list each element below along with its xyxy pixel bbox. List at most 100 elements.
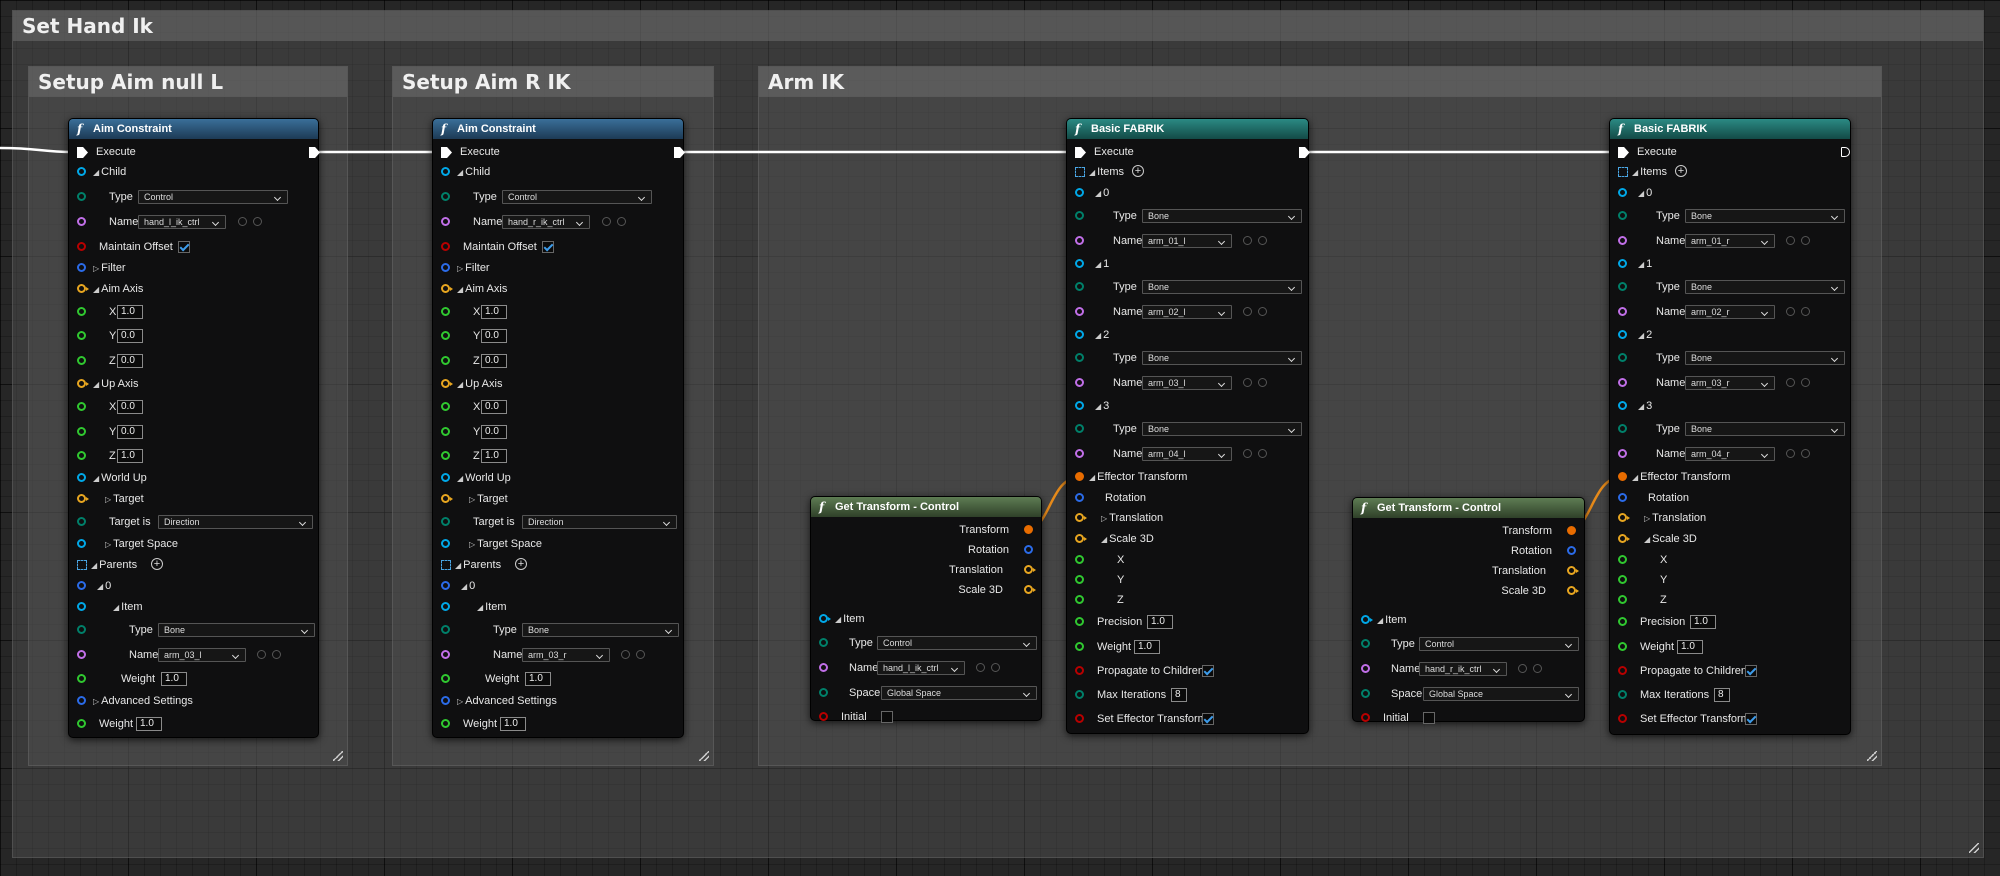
type-dropdown[interactable]: Bone	[1685, 209, 1845, 223]
enum-pin[interactable]	[1618, 424, 1627, 433]
float-pin[interactable]	[77, 719, 86, 728]
search-icon[interactable]	[1801, 378, 1810, 387]
vector-pin[interactable]	[1618, 513, 1630, 522]
name-pin[interactable]	[77, 217, 86, 226]
search-icon[interactable]	[253, 217, 262, 226]
name-pin[interactable]	[819, 663, 828, 672]
exec-out-pin[interactable]	[309, 147, 320, 158]
browse-icon[interactable]	[1243, 378, 1252, 387]
exec-out-pin[interactable]	[1841, 147, 1850, 157]
vector-pin[interactable]	[1075, 534, 1087, 543]
exec-in-pin[interactable]	[77, 147, 88, 158]
float-pin[interactable]	[1618, 617, 1627, 626]
enum-pin[interactable]	[77, 517, 86, 526]
struct-pin[interactable]	[1361, 615, 1373, 624]
struct-pin[interactable]	[1618, 401, 1627, 410]
up-x-field[interactable]: 0.0	[117, 400, 143, 414]
name-dropdown[interactable]: hand_l_ik_ctrl	[138, 215, 226, 229]
search-icon[interactable]	[1801, 236, 1810, 245]
browse-icon[interactable]	[1518, 664, 1527, 673]
float-pin[interactable]	[77, 356, 86, 365]
vector-pin[interactable]	[441, 494, 453, 503]
vector-pin[interactable]	[77, 494, 89, 503]
precision-field[interactable]: 1.0	[1690, 615, 1716, 629]
search-icon[interactable]	[617, 217, 626, 226]
struct-pin[interactable]	[441, 581, 450, 590]
bool-pin[interactable]	[441, 242, 450, 251]
enum-pin[interactable]	[77, 192, 86, 201]
name-pin[interactable]	[1618, 449, 1627, 458]
float-pin[interactable]	[441, 331, 450, 340]
weight-field[interactable]: 1.0	[500, 717, 526, 731]
name-dropdown[interactable]: arm_02_r	[1685, 305, 1775, 319]
struct-pin[interactable]	[1075, 330, 1084, 339]
float-pin[interactable]	[77, 307, 86, 316]
float-pin[interactable]	[441, 402, 450, 411]
struct-pin[interactable]	[819, 614, 831, 623]
float-pin[interactable]	[77, 402, 86, 411]
search-icon[interactable]	[1258, 378, 1267, 387]
vector-pin[interactable]	[77, 379, 89, 388]
up-y-field[interactable]: 0.0	[481, 425, 507, 439]
maintain-offset-checkbox[interactable]	[178, 241, 190, 253]
search-icon[interactable]	[1801, 307, 1810, 316]
struct-pin[interactable]	[77, 581, 86, 590]
vector-pin[interactable]	[441, 379, 453, 388]
add-element-button[interactable]: +	[1132, 165, 1144, 177]
enum-pin[interactable]	[1361, 639, 1370, 648]
node-header[interactable]: f Basic FABRIK	[1610, 119, 1850, 139]
search-icon[interactable]	[636, 650, 645, 659]
bool-pin[interactable]	[77, 242, 86, 251]
enum-pin[interactable]	[1075, 353, 1084, 362]
get-transform-node[interactable]: f Get Transform - Control Transform Rotat…	[810, 496, 1042, 723]
struct-pin[interactable]	[77, 473, 86, 482]
name-dropdown[interactable]: arm_04_l	[1142, 447, 1232, 461]
search-icon[interactable]	[1801, 449, 1810, 458]
float-pin[interactable]	[441, 719, 450, 728]
struct-pin[interactable]	[77, 167, 86, 176]
struct-pin[interactable]	[1618, 330, 1627, 339]
struct-pin[interactable]	[77, 263, 86, 272]
up-z-field[interactable]: 1.0	[117, 449, 143, 463]
browse-icon[interactable]	[976, 663, 985, 672]
int-pin[interactable]	[1075, 690, 1084, 699]
set-effector-checkbox[interactable]	[1745, 713, 1757, 725]
browse-icon[interactable]	[621, 650, 630, 659]
aim-constraint-node[interactable]: f Aim Constraint Execute ◢ Child Type Contr…	[432, 118, 685, 738]
type-dropdown[interactable]: Bone	[1142, 280, 1302, 294]
name-dropdown[interactable]: arm_02_l	[1142, 305, 1232, 319]
array-pin-icon[interactable]	[1618, 167, 1628, 177]
type-dropdown[interactable]: Bone	[1685, 422, 1845, 436]
array-pin-icon[interactable]	[77, 560, 87, 570]
search-icon[interactable]	[991, 663, 1000, 672]
browse-icon[interactable]	[1786, 307, 1795, 316]
name-pin[interactable]	[1618, 307, 1627, 316]
vector-pin[interactable]	[441, 284, 453, 293]
browse-icon[interactable]	[1243, 307, 1252, 316]
browse-icon[interactable]	[602, 217, 611, 226]
struct-pin[interactable]	[1075, 401, 1084, 410]
weight-field[interactable]: 1.0	[525, 672, 551, 686]
aim-y-field[interactable]: 0.0	[481, 329, 507, 343]
aim-z-field[interactable]: 0.0	[117, 354, 143, 368]
name-dropdown[interactable]: hand_r_ik_ctrl	[1419, 662, 1507, 676]
browse-icon[interactable]	[1786, 378, 1795, 387]
type-dropdown[interactable]: Bone	[158, 623, 315, 637]
bool-pin[interactable]	[1361, 713, 1370, 722]
bool-pin[interactable]	[1075, 666, 1084, 675]
propagate-checkbox[interactable]	[1202, 665, 1214, 677]
name-dropdown[interactable]: hand_l_ik_ctrl	[877, 661, 965, 675]
float-pin[interactable]	[1075, 575, 1084, 584]
aim-y-field[interactable]: 0.0	[117, 329, 143, 343]
name-pin[interactable]	[1075, 378, 1084, 387]
vector-pin[interactable]	[1075, 513, 1087, 522]
transform-pin[interactable]	[1618, 472, 1627, 481]
exec-out-pin[interactable]	[1299, 147, 1310, 158]
weight-field[interactable]: 1.0	[1134, 640, 1160, 654]
search-icon[interactable]	[272, 650, 281, 659]
add-element-button[interactable]: +	[1675, 165, 1687, 177]
bool-pin[interactable]	[1618, 714, 1627, 723]
name-pin[interactable]	[1361, 664, 1370, 673]
type-dropdown[interactable]: Bone	[1685, 351, 1845, 365]
type-dropdown[interactable]: Control	[1419, 637, 1579, 651]
